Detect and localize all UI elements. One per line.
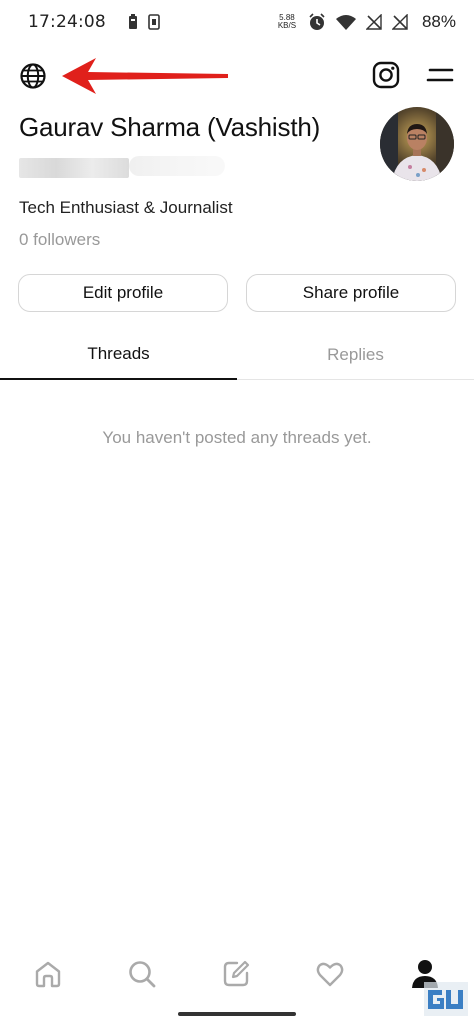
status-notification-icons [128, 14, 160, 30]
status-right: 5.88 KB/S 88% [276, 12, 456, 32]
top-bar [0, 52, 474, 100]
profile-name: Gaurav Sharma (Vashisth) [19, 112, 321, 142]
phone-notification-icon [148, 14, 160, 30]
username-blurred [19, 154, 225, 184]
battery-percent: 88% [421, 12, 456, 31]
nav-home[interactable] [31, 957, 65, 991]
status-time: 17:24:08 [28, 12, 106, 32]
globe-button[interactable] [18, 61, 48, 91]
nav-activity[interactable] [313, 957, 347, 991]
search-icon [129, 961, 156, 988]
instagram-button[interactable] [372, 61, 402, 91]
menu-icon [426, 68, 454, 82]
tab-replies[interactable]: Replies [237, 330, 474, 380]
net-speed: 5.88 KB/S [276, 14, 298, 30]
nav-compose[interactable] [219, 957, 253, 991]
menu-button[interactable] [426, 64, 456, 88]
profile-bio: Tech Enthusiast & Journalist [19, 198, 233, 217]
alarm-icon [309, 13, 325, 30]
instagram-icon [372, 61, 400, 89]
empty-threads-message: You haven't posted any threads yet. [102, 428, 372, 447]
share-profile-button[interactable]: Share profile [246, 274, 456, 312]
heart-icon [316, 962, 344, 987]
watermark-logo [424, 982, 468, 1016]
profile-tabs: Threads Replies [0, 330, 474, 380]
nav-search[interactable] [125, 957, 159, 991]
followers-count[interactable]: 0 followers [19, 230, 100, 250]
net-speed-unit: KB/S [277, 21, 297, 30]
globe-icon [20, 63, 46, 89]
home-icon [35, 961, 61, 988]
avatar-photo [380, 107, 454, 181]
tab-threads[interactable]: Threads [0, 330, 237, 380]
home-indicator[interactable] [178, 1012, 296, 1016]
battery-saver-icon [128, 14, 137, 29]
status-bar: 17:24:08 5.88 KB/S 88% [0, 0, 474, 44]
no-signal-icon-2 [391, 14, 408, 30]
edit-profile-button[interactable]: Edit profile [18, 274, 228, 312]
compose-icon [223, 960, 250, 987]
avatar[interactable] [380, 107, 454, 181]
wifi-icon [335, 15, 356, 30]
annotation-arrow [62, 58, 228, 94]
bottom-navigation [0, 945, 474, 1005]
no-signal-icon [365, 14, 382, 30]
